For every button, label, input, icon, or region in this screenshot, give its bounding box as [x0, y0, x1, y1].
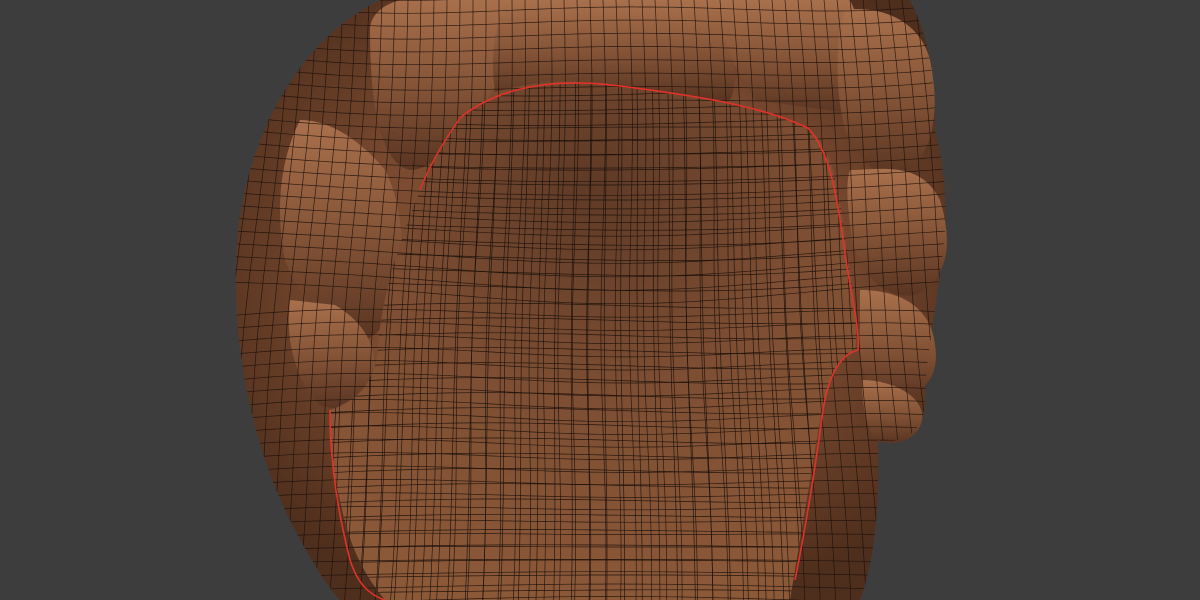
wireframe-edge	[927, 0, 946, 600]
wireframe-edge	[235, 0, 240, 600]
3d-viewport[interactable]	[0, 0, 1200, 600]
wireframe-edge	[130, 0, 200, 600]
wireframe-edge	[940, 0, 946, 600]
wireframe-edge	[967, 0, 1035, 600]
wireframe-edge	[161, 0, 227, 600]
wireframe-edge	[980, 0, 1050, 600]
wireframe-edge	[145, 0, 213, 600]
wireframe-edge	[954, 0, 1020, 600]
mesh-render[interactable]	[0, 0, 1200, 600]
